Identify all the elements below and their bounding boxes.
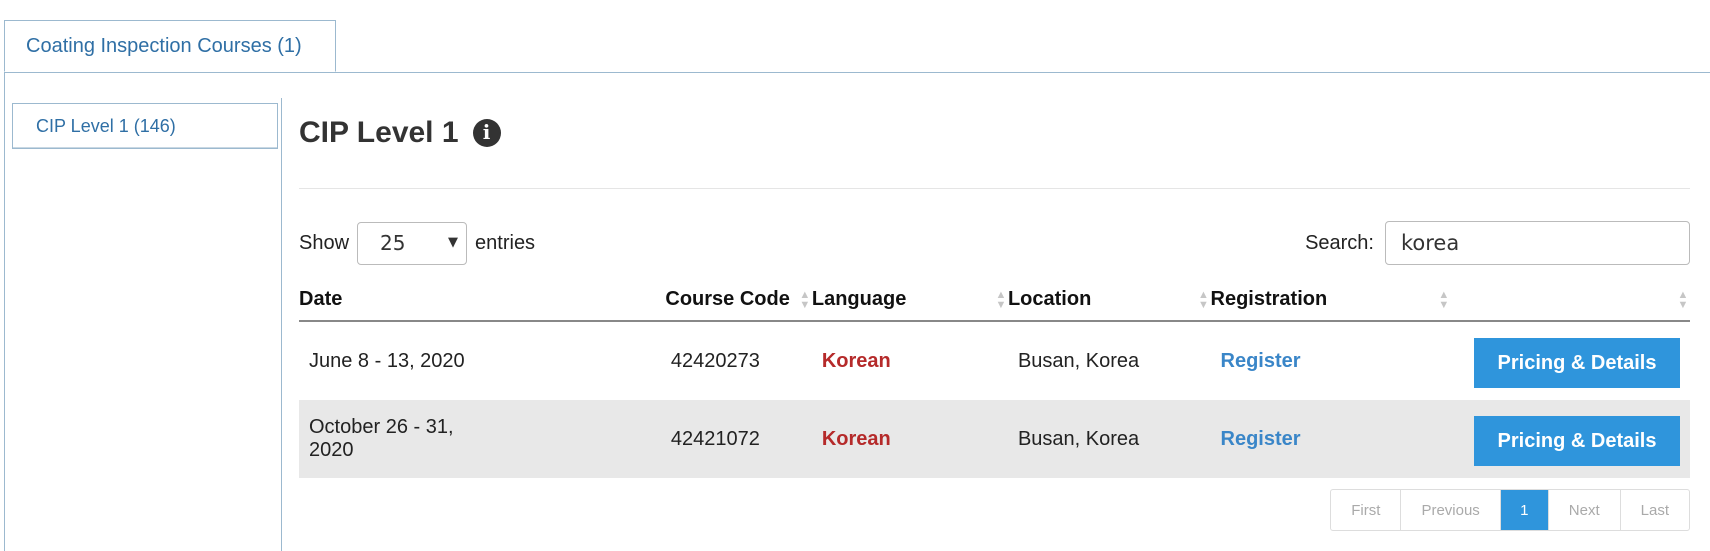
table-header-row: Date Course Code ▲ ▼ Language ▲ ▼ Location ▲ ▼… — [299, 288, 1690, 322]
pagination: First Previous 1 Next Last — [1330, 489, 1690, 531]
cell-registration: Register — [1210, 400, 1451, 478]
cell-course-code: 42421072 — [499, 400, 812, 478]
search-label: Search: — [1305, 231, 1374, 254]
table-row: October 26 - 31, 2020 42421072 Korean Bu… — [299, 400, 1690, 478]
sort-icon: ▲ ▼ — [1198, 289, 1209, 311]
column-header-date[interactable]: Date — [299, 288, 500, 322]
sidebar-item-cip-level-1[interactable]: CIP Level 1 (146) — [12, 103, 278, 149]
entries-select[interactable]: 25 ▼ — [357, 221, 468, 265]
cell-language: Korean — [821, 349, 891, 372]
pagination-first[interactable]: First — [1331, 490, 1400, 530]
column-header-location[interactable]: Location ▲ ▼ — [1007, 288, 1211, 322]
page-title: CIP Level 1 — [299, 116, 501, 150]
pagination-last[interactable]: Last — [1619, 490, 1689, 530]
cell-actions: Pricing & Details — [1451, 321, 1690, 400]
column-header-language[interactable]: Language ▲ ▼ — [811, 288, 1008, 322]
pagination-previous[interactable]: Previous — [1400, 490, 1499, 530]
cell-date: June 8 - 13, 2020 — [309, 349, 465, 372]
courses-table: Date Course Code ▲ ▼ Language ▲ ▼ Location ▲ ▼… — [299, 288, 1690, 478]
search-control: Search: — [1305, 220, 1690, 266]
register-link[interactable]: Register — [1211, 428, 1301, 450]
course-tabbar: Coating Inspection Courses (1) — [0, 0, 1710, 74]
register-link[interactable]: Register — [1211, 350, 1301, 372]
cell-location: Busan, Korea — [1007, 400, 1211, 478]
cell-language: Korean — [811, 400, 1008, 478]
sort-icon: ▲ ▼ — [1677, 289, 1689, 311]
info-icon[interactable] — [472, 119, 501, 147]
cell-location: Busan, Korea — [1017, 349, 1140, 372]
sidebar-divider — [281, 98, 282, 551]
cell-date: October 26 - 31, 2020 — [299, 400, 500, 478]
pricing-details-button[interactable]: Pricing & Details — [1474, 338, 1680, 388]
column-header-course-code[interactable]: Course Code ▲ ▼ — [499, 288, 812, 322]
cell-actions: Pricing & Details — [1450, 400, 1690, 478]
entries-length-control: Show 25 ▼ entries — [299, 220, 535, 266]
column-header-registration[interactable]: Registration ▲ ▼ — [1210, 288, 1451, 322]
sort-icon: ▲ ▼ — [799, 289, 811, 311]
page-title-text: CIP Level 1 — [299, 116, 459, 149]
column-header-actions[interactable]: ▲ ▼ — [1450, 288, 1690, 322]
pagination-page-1[interactable]: 1 — [1499, 490, 1548, 530]
sort-icon: ▲ ▼ — [1438, 289, 1450, 311]
cell-course-code: 42420273 — [670, 349, 760, 372]
pagination-next[interactable]: Next — [1547, 490, 1620, 530]
tab-coating-inspection-courses[interactable]: Coating Inspection Courses (1) — [4, 20, 336, 72]
show-label: Show — [299, 231, 350, 254]
entries-label: entries — [475, 231, 536, 254]
pricing-details-button[interactable]: Pricing & Details — [1474, 416, 1680, 466]
title-divider — [299, 188, 1690, 189]
chevron-down-icon: ▼ — [448, 234, 459, 250]
tabbar-divider — [4, 72, 1710, 73]
entries-select-value: 25 — [380, 231, 406, 255]
content-frame-border — [4, 73, 5, 551]
table-row: June 8 - 13, 2020 42420273 Korean Busan,… — [299, 321, 1690, 400]
sort-icon: ▲ ▼ — [995, 289, 1007, 311]
cell-registration: Register — [1211, 321, 1451, 400]
search-input[interactable] — [1385, 221, 1690, 265]
